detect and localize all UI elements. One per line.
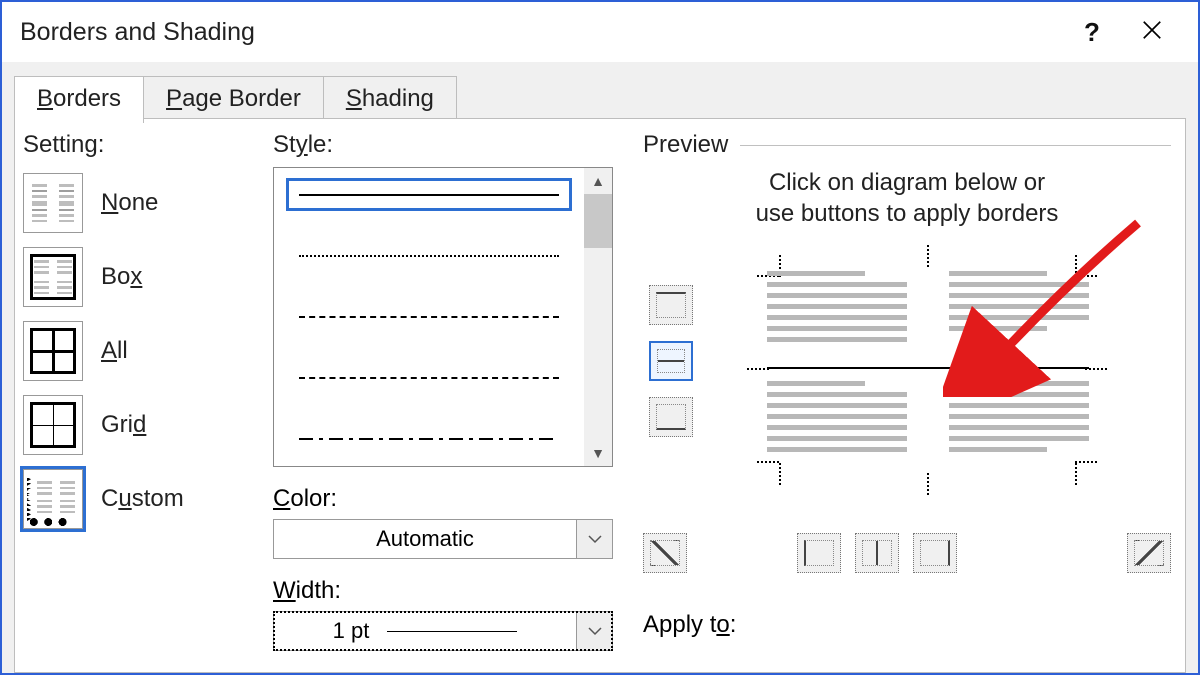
style-solid[interactable] [286, 178, 572, 211]
color-value: Automatic [274, 526, 576, 552]
close-icon [1141, 19, 1163, 41]
setting-custom-icon [23, 469, 83, 529]
width-dropdown[interactable]: 1 pt [273, 611, 613, 651]
style-dash-long[interactable] [286, 362, 572, 395]
setting-custom[interactable]: Custom [23, 469, 263, 529]
setting-label: Setting: [23, 131, 263, 159]
tab-borders-rest: orders [53, 85, 121, 112]
chevron-down-icon [588, 626, 602, 636]
preview-hint: Click on diagram below or use buttons to… [643, 167, 1171, 229]
scroll-up-icon[interactable]: ▲ [591, 168, 605, 194]
border-bottom-button[interactable] [649, 397, 693, 437]
color-dropdown[interactable]: Automatic [273, 519, 613, 559]
help-button[interactable]: ? [1062, 17, 1122, 48]
scroll-thumb[interactable] [584, 194, 612, 248]
setting-all-icon [23, 321, 83, 381]
setting-none-icon [23, 173, 83, 233]
style-list: ▲ ▼ [273, 167, 613, 467]
preview-diagram[interactable] [763, 259, 1093, 479]
preview-label: Preview [643, 131, 728, 159]
setting-none[interactable]: None [23, 173, 263, 233]
tab-borders[interactable]: Borders [14, 76, 144, 123]
color-dropdown-button[interactable] [576, 520, 612, 558]
panel: Setting: None Box [14, 118, 1186, 673]
setting-box[interactable]: Box [23, 247, 263, 307]
style-dash-dot[interactable] [286, 423, 572, 456]
width-dropdown-button[interactable] [576, 612, 612, 650]
tab-shading[interactable]: Shading [323, 76, 457, 123]
border-top-button[interactable] [649, 285, 693, 325]
chevron-down-icon [588, 534, 602, 544]
style-scrollbar[interactable]: ▲ ▼ [584, 168, 612, 466]
border-diagonal-down-button[interactable] [643, 533, 687, 573]
setting-section: Setting: None Box [23, 131, 263, 529]
workarea: Borders Page Border Shading Setting: Non… [2, 62, 1198, 673]
setting-all[interactable]: All [23, 321, 263, 381]
scroll-down-icon[interactable]: ▼ [591, 440, 605, 466]
setting-grid-icon [23, 395, 83, 455]
border-vertical-inside-button[interactable] [855, 533, 899, 573]
setting-grid[interactable]: Grid [23, 395, 263, 455]
border-right-button[interactable] [913, 533, 957, 573]
width-value: 1 pt [333, 618, 370, 644]
setting-box-icon [23, 247, 83, 307]
preview-section: Preview Click on diagram below or use bu… [643, 131, 1171, 489]
tab-bar: Borders Page Border Shading [14, 76, 457, 123]
titlebar: Borders and Shading ? [2, 2, 1198, 62]
style-section: Style: ▲ ▼ Color: Automatic [273, 131, 613, 651]
dialog-title: Borders and Shading [20, 18, 1062, 47]
border-left-button[interactable] [797, 533, 841, 573]
width-preview-line [387, 631, 517, 632]
style-dotted[interactable] [286, 239, 572, 272]
tab-page-border[interactable]: Page Border [143, 76, 324, 123]
border-horizontal-inside-button[interactable] [649, 341, 693, 381]
style-dash-short[interactable] [286, 300, 572, 333]
border-diagonal-up-button[interactable] [1127, 533, 1171, 573]
close-button[interactable] [1122, 17, 1182, 48]
